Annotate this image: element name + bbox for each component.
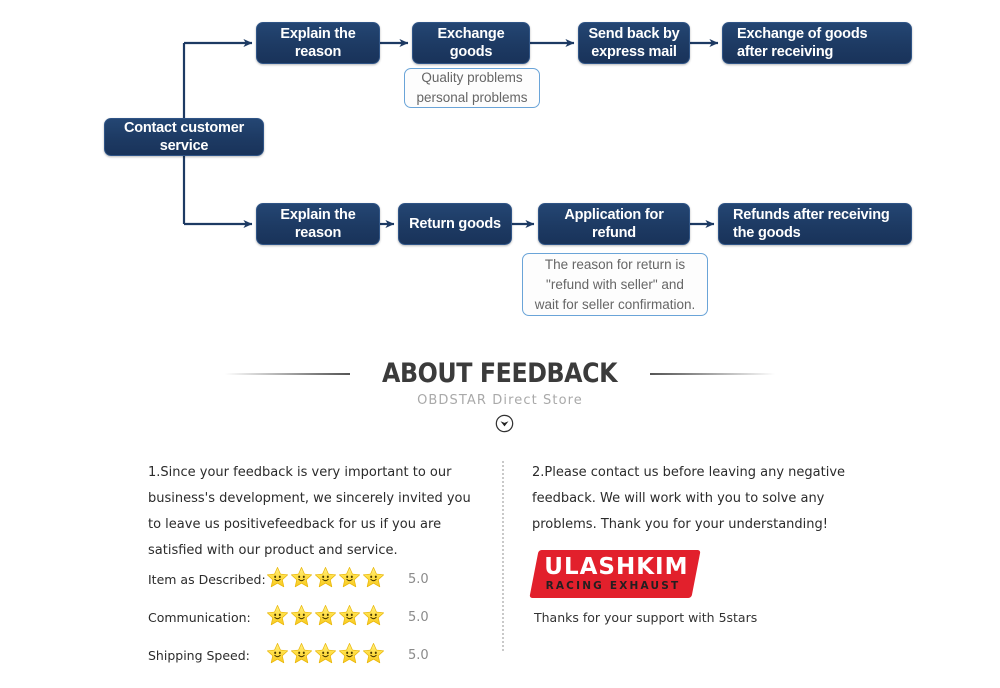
rating-row: Item as Described: 5.0 — [148, 566, 429, 593]
flow-note-exchange-reasons: Quality problems personal problems — [404, 68, 540, 108]
ratings-list: Item as Described: 5.0 Communication: 5.… — [148, 566, 429, 680]
about-feedback-header: ABOUT FEEDBACK — [0, 358, 1000, 389]
rating-score: 5.0 — [408, 648, 429, 663]
star-icon — [290, 566, 313, 594]
star-icon — [338, 566, 361, 594]
flow-node-application-for-refund[interactable]: Application for refund — [538, 203, 690, 245]
flow-note-refund-reason: The reason for return is "refund with se… — [522, 253, 708, 316]
feedback-paragraph-left: 1.Since your feedback is very important … — [148, 465, 471, 558]
flow-node-label: Exchange goods — [437, 26, 505, 60]
flow-node-send-back-by-express-mail[interactable]: Send back by express mail — [578, 22, 690, 64]
feedback-paragraph-right: 2.Please contact us before leaving any n… — [532, 465, 846, 532]
logo-main-text: ULASHKIM — [544, 553, 689, 580]
flow-node-label: Contact customer service — [123, 120, 245, 154]
star-icon — [362, 566, 385, 594]
rating-label: Shipping Speed: — [148, 648, 250, 663]
flow-node-explain-the-reason-refund[interactable]: Explain the reason — [256, 203, 380, 245]
logo-sub-text: RACING EXHAUST — [545, 579, 681, 592]
flow-node-label: Refunds after receiving the goods — [733, 207, 890, 241]
rating-row: Shipping Speed: 5.0 — [148, 642, 429, 669]
flow-node-explain-the-reason-exchange[interactable]: Explain the reason — [256, 22, 380, 64]
flow-node-label: Send back by express mail — [588, 26, 680, 60]
column-divider — [502, 461, 504, 651]
flow-note-line: The reason for return is — [544, 256, 686, 272]
star-icon — [290, 642, 313, 670]
flow-node-label: Explain the reason — [280, 26, 356, 60]
page-title: ABOUT FEEDBACK — [382, 358, 618, 389]
logo-tagline: Thanks for your support with 5stars — [534, 610, 758, 625]
star-icon — [338, 604, 361, 632]
star-icon — [314, 642, 337, 670]
star-icon — [314, 566, 337, 594]
flow-node-contact-customer-service[interactable]: Contact customer service — [104, 118, 264, 156]
rating-label: Communication: — [148, 610, 251, 625]
flow-node-return-goods[interactable]: Return goods — [398, 203, 512, 245]
star-icon — [338, 642, 361, 670]
rating-score: 5.0 — [408, 572, 429, 587]
rating-row: Communication: 5.0 — [148, 604, 429, 631]
flow-node-refunds-after-receiving-the-goods[interactable]: Refunds after receiving the goods — [718, 203, 912, 245]
star-icon — [266, 604, 289, 632]
store-subtitle: OBDSTAR Direct Store — [417, 393, 583, 408]
flow-node-exchange-goods[interactable]: Exchange goods — [412, 22, 530, 64]
rating-label: Item as Described: — [148, 572, 266, 587]
flow-node-label: Return goods — [409, 216, 501, 232]
header-rule-left — [225, 372, 351, 375]
header-rule-right — [649, 372, 775, 375]
flow-node-label: Application for refund — [564, 207, 664, 241]
flow-note-line: "refund with seller" and — [546, 276, 684, 292]
chevron-down-circle-icon[interactable] — [495, 414, 514, 433]
star-icon — [266, 642, 289, 670]
ulashkim-logo: ULASHKIM RACING EXHAUST — [529, 550, 701, 598]
returns-flowchart: Contact customer service Explain the rea… — [0, 0, 1000, 345]
star-icon — [314, 604, 337, 632]
flow-node-label: Exchange of goods after receiving — [737, 26, 868, 60]
star-icon — [290, 604, 313, 632]
flow-node-label: Explain the reason — [280, 207, 356, 241]
star-rating — [266, 642, 396, 670]
flow-node-exchange-of-goods-after-receiving[interactable]: Exchange of goods after receiving — [722, 22, 912, 64]
seller-logo-block: ULASHKIM RACING EXHAUST Thanks for your … — [529, 550, 758, 625]
star-rating — [266, 566, 396, 594]
rating-score: 5.0 — [408, 610, 429, 625]
star-icon — [266, 566, 289, 594]
flow-note-line: personal problems — [416, 90, 528, 105]
star-rating — [266, 604, 396, 632]
flow-note-line: wait for seller confirmation. — [534, 296, 696, 312]
flow-note-line: Quality problems — [421, 70, 523, 85]
star-icon — [362, 604, 385, 632]
star-icon — [362, 642, 385, 670]
